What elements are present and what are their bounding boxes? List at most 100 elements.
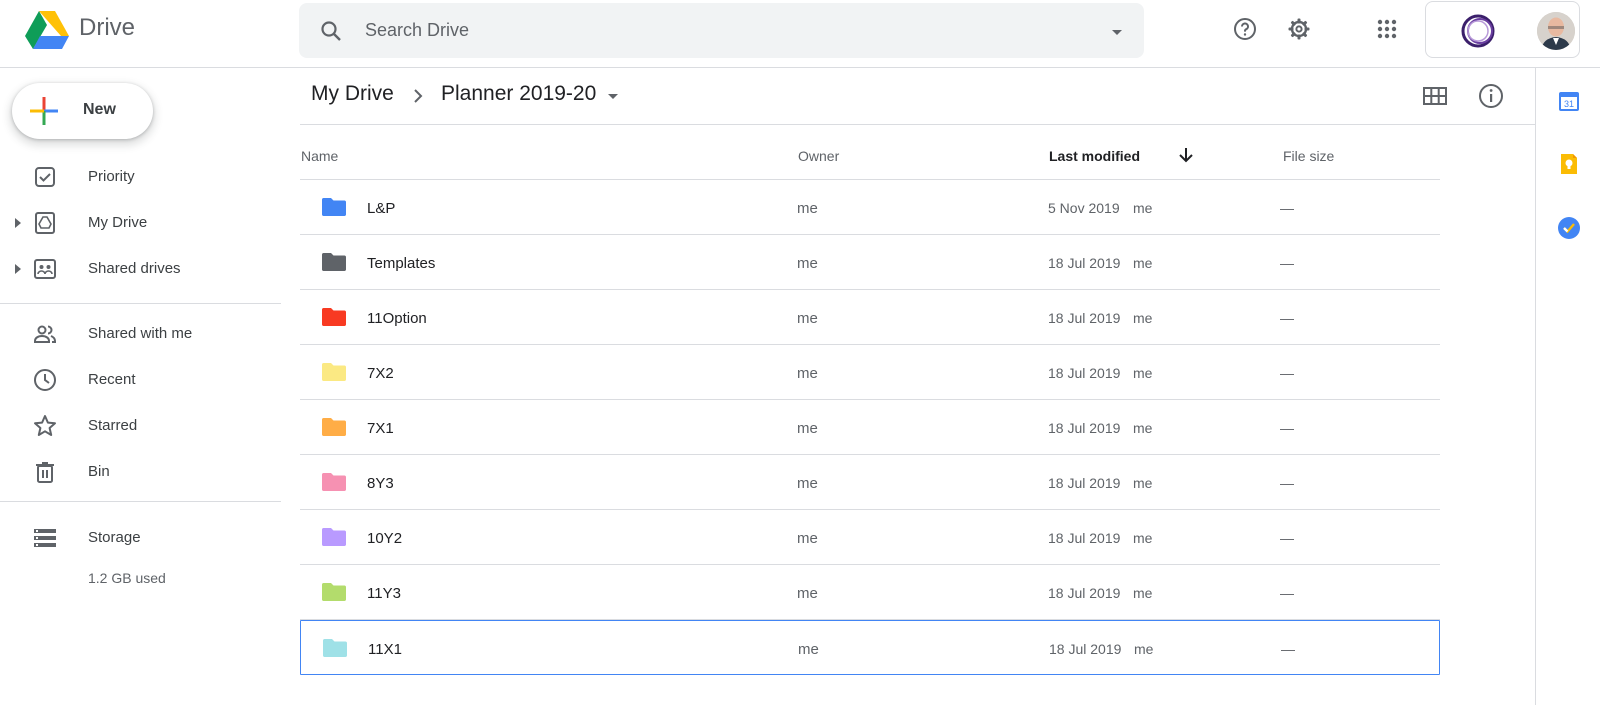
column-header-name[interactable]: Name xyxy=(301,148,338,164)
table-row[interactable]: 7X2 me 18 Jul 2019 me — xyxy=(300,345,1440,400)
column-header-last-modified[interactable]: Last modified xyxy=(1049,148,1140,164)
file-name[interactable]: 10Y2 xyxy=(367,530,402,547)
recent-icon xyxy=(34,369,56,391)
grid-view-icon[interactable] xyxy=(1421,82,1449,110)
file-size: — xyxy=(1280,530,1294,546)
calendar-day-number: 31 xyxy=(1564,99,1574,109)
file-size: — xyxy=(1280,200,1294,216)
table-row[interactable]: 11Y3 me 18 Jul 2019 me — xyxy=(300,565,1440,620)
file-name[interactable]: 11Y3 xyxy=(367,585,401,602)
storage-icon xyxy=(34,529,56,547)
sort-descending-icon[interactable] xyxy=(1176,145,1196,165)
table-row[interactable]: 11X1 me 18 Jul 2019 me — xyxy=(300,620,1440,675)
file-modified-date: 18 Jul 2019 xyxy=(1048,585,1121,601)
file-modified-date: 18 Jul 2019 xyxy=(1048,530,1121,546)
sidebar-item-storage[interactable]: Storage xyxy=(0,518,281,558)
file-modified-by: me xyxy=(1133,365,1153,381)
sidebar-item-shared-with-me[interactable]: Shared with me xyxy=(0,314,281,354)
file-owner: me xyxy=(797,585,818,602)
search-icon[interactable] xyxy=(319,19,343,43)
chevron-right-icon xyxy=(414,89,423,103)
file-modified-by: me xyxy=(1133,255,1153,271)
file-name[interactable]: 11X1 xyxy=(368,641,402,658)
file-name[interactable]: L&P xyxy=(367,200,395,217)
file-modified-by: me xyxy=(1133,420,1153,436)
file-owner: me xyxy=(797,365,818,382)
side-panel: 31 xyxy=(1535,68,1600,705)
keep-icon[interactable] xyxy=(1557,152,1581,176)
account-switcher[interactable] xyxy=(1425,1,1580,58)
breadcrumb-current-folder[interactable]: Planner 2019-20 xyxy=(441,82,596,106)
user-avatar-icon xyxy=(1537,12,1575,50)
file-name[interactable]: 8Y3 xyxy=(367,475,394,492)
folder-icon xyxy=(322,363,346,381)
sidebar-item-starred[interactable]: Starred xyxy=(0,406,281,446)
table-row[interactable]: L&P me 5 Nov 2019 me — xyxy=(300,180,1440,235)
shared-with-me-icon xyxy=(34,325,56,343)
drive-logo-icon[interactable] xyxy=(24,10,70,50)
folder-icon xyxy=(322,583,346,601)
folder-icon xyxy=(322,473,346,491)
chevron-down-icon[interactable] xyxy=(601,84,625,108)
avatar[interactable] xyxy=(1537,12,1575,50)
file-owner: me xyxy=(797,310,818,327)
breadcrumb-root[interactable]: My Drive xyxy=(311,82,394,106)
table-row[interactable]: Templates me 18 Jul 2019 me — xyxy=(300,235,1440,290)
calendar-icon[interactable]: 31 xyxy=(1557,89,1581,113)
sidebar-item-label: Shared drives xyxy=(88,260,181,277)
file-modified-by: me xyxy=(1133,530,1153,546)
search-bar[interactable] xyxy=(299,3,1144,58)
file-size: — xyxy=(1280,475,1294,491)
search-input[interactable] xyxy=(365,3,1065,58)
file-name[interactable]: 7X1 xyxy=(367,420,394,437)
search-options-icon[interactable] xyxy=(1105,20,1129,44)
table-row[interactable]: 8Y3 me 18 Jul 2019 me — xyxy=(300,455,1440,510)
sidebar-item-label: Shared with me xyxy=(88,325,193,342)
settings-icon[interactable] xyxy=(1287,17,1311,41)
table-row[interactable]: 10Y2 me 18 Jul 2019 me — xyxy=(300,510,1440,565)
file-size: — xyxy=(1280,585,1294,601)
plus-icon xyxy=(30,97,58,125)
file-modified-date: 18 Jul 2019 xyxy=(1048,475,1121,491)
sidebar-item-priority[interactable]: Priority xyxy=(0,157,281,197)
new-button[interactable]: New xyxy=(12,83,153,139)
sidebar-item-my-drive[interactable]: My Drive xyxy=(0,203,281,243)
sidebar-item-label: Starred xyxy=(88,417,138,434)
my-drive-icon xyxy=(35,212,55,234)
expand-caret-icon[interactable] xyxy=(14,263,22,275)
new-button-label: New xyxy=(83,101,116,118)
file-owner: me xyxy=(797,255,818,272)
help-icon[interactable] xyxy=(1233,17,1257,41)
sidebar-item-bin[interactable]: Bin xyxy=(0,452,281,492)
file-modified-date: 18 Jul 2019 xyxy=(1049,641,1122,657)
file-name[interactable]: Templates xyxy=(367,255,435,272)
apps-grid-icon[interactable] xyxy=(1375,17,1399,41)
file-name[interactable]: 11Option xyxy=(367,310,427,327)
sidebar-item-recent[interactable]: Recent xyxy=(0,360,281,400)
bin-icon xyxy=(36,462,54,483)
column-header-owner: Owner xyxy=(798,148,840,164)
priority-icon xyxy=(35,167,55,187)
expand-caret-icon[interactable] xyxy=(14,217,22,229)
folder-icon xyxy=(322,418,346,436)
tasks-icon[interactable] xyxy=(1557,216,1581,240)
file-name[interactable]: 7X2 xyxy=(367,365,394,382)
file-modified-date: 18 Jul 2019 xyxy=(1048,255,1121,271)
top-bar: Drive xyxy=(0,0,1600,68)
file-size: — xyxy=(1281,641,1295,657)
table-row[interactable]: 11Option me 18 Jul 2019 me — xyxy=(300,290,1440,345)
file-owner: me xyxy=(797,420,818,437)
sidebar-item-shared-drives[interactable]: Shared drives xyxy=(0,249,281,289)
sidebar-item-label: Bin xyxy=(88,463,110,480)
app-name[interactable]: Drive xyxy=(79,14,135,42)
table-row[interactable]: 7X1 me 18 Jul 2019 me — xyxy=(300,400,1440,455)
info-icon[interactable] xyxy=(1477,82,1505,110)
sidebar-divider xyxy=(0,303,281,304)
sidebar: New Priority My Drive Shared drives Shar… xyxy=(0,68,281,705)
file-modified-date: 5 Nov 2019 xyxy=(1048,200,1120,216)
folder-icon xyxy=(323,639,347,657)
sidebar-item-label: My Drive xyxy=(88,214,148,231)
file-modified-date: 18 Jul 2019 xyxy=(1048,365,1121,381)
column-header-file-size: File size xyxy=(1283,148,1335,164)
main-content: My Drive Planner 2019-20 Name Owner Last… xyxy=(300,68,1535,705)
